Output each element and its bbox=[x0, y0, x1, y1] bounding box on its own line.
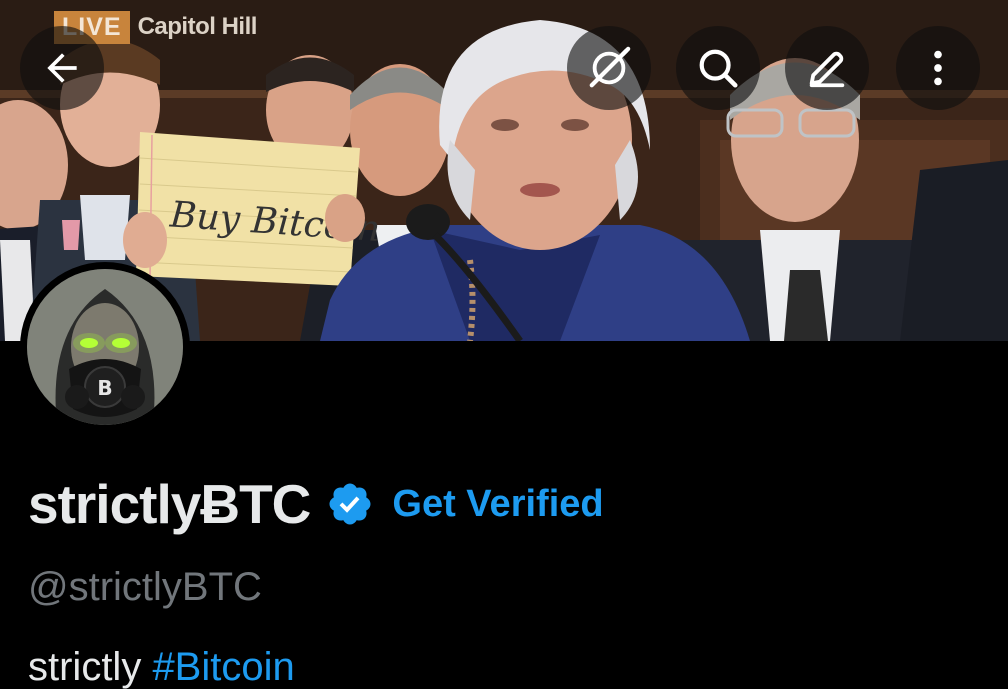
back-button[interactable] bbox=[20, 26, 104, 110]
profile-handle: @strictlyBTC bbox=[28, 565, 262, 609]
display-name: strictlyɃTC bbox=[28, 473, 311, 535]
search-icon bbox=[699, 49, 738, 88]
verified-badge-icon[interactable] bbox=[326, 480, 374, 528]
avatar-image: B bbox=[27, 269, 183, 425]
grok-button[interactable] bbox=[567, 26, 651, 110]
bio-hashtag-link[interactable]: #Bitcoin bbox=[152, 645, 294, 689]
location-label: Capitol Hill bbox=[137, 13, 258, 40]
edit-button[interactable] bbox=[785, 26, 869, 110]
more-vertical-icon bbox=[934, 50, 942, 86]
avatar-badge-letter: B bbox=[97, 376, 112, 400]
edit-icon bbox=[809, 51, 845, 88]
avatar[interactable]: B bbox=[20, 262, 190, 432]
more-options-button[interactable] bbox=[896, 26, 980, 110]
grok-icon bbox=[589, 46, 631, 88]
back-arrow-icon bbox=[47, 53, 77, 83]
profile-bio: strictly #Bitcoin bbox=[28, 645, 295, 689]
bio-text: strictly bbox=[28, 645, 153, 689]
search-button[interactable] bbox=[676, 26, 760, 110]
profile-name-row: strictlyɃTC Get Verified bbox=[28, 473, 604, 535]
get-verified-link[interactable]: Get Verified bbox=[392, 483, 603, 526]
